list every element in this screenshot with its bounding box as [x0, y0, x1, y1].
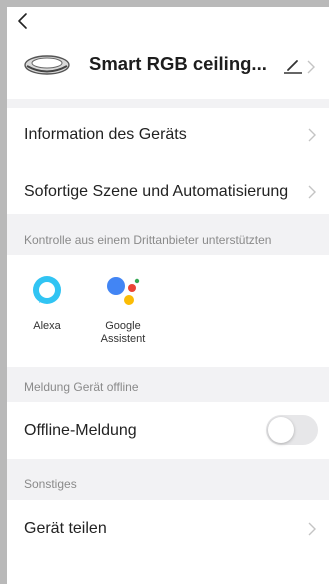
scene-automation-row[interactable]: Sofortige Szene und Automatisierung: [7, 161, 329, 214]
chevron-right-icon: [308, 128, 316, 142]
google-assistant-icon: [107, 277, 140, 305]
device-name[interactable]: Smart RGB ceiling...: [89, 53, 267, 75]
other-section-label: Sonstiges: [24, 477, 77, 491]
alexa-tile[interactable]: Alexa: [25, 275, 69, 333]
device-settings-screen: Smart RGB ceiling... Information des Ger…: [7, 7, 329, 584]
toggle-knob: [268, 417, 294, 443]
device-info-row[interactable]: Information des Geräts: [7, 108, 329, 161]
chevron-left-icon[interactable]: [16, 12, 30, 30]
google-assistant-tile[interactable]: Google Assistent: [95, 275, 151, 346]
pencil-icon[interactable]: [282, 58, 304, 74]
ceiling-lamp-icon: [24, 55, 70, 75]
google-label-line2: Assistent: [100, 333, 146, 345]
third-party-group: Alexa Google Assistent: [7, 255, 329, 367]
alexa-label: Alexa: [33, 320, 61, 332]
offline-section-label: Meldung Gerät offline: [24, 380, 139, 394]
share-device-row[interactable]: Gerät teilen: [7, 500, 329, 560]
offline-toggle[interactable]: [266, 415, 318, 445]
share-device-label: Gerät teilen: [24, 520, 107, 537]
offline-row-label: Offline-Meldung: [24, 422, 137, 439]
chevron-right-icon[interactable]: [306, 60, 316, 74]
header: Smart RGB ceiling...: [7, 7, 329, 99]
menu-group: Information des Geräts Sofortige Szene u…: [7, 108, 329, 214]
chevron-right-icon: [308, 185, 316, 199]
chevron-right-icon: [308, 522, 316, 536]
google-label-line1: Google: [105, 320, 141, 332]
scene-automation-label: Sofortige Szene und Automatisierung: [24, 183, 289, 200]
device-info-label: Information des Geräts: [24, 126, 187, 143]
third-party-section-label: Kontrolle aus einem Drittanbieter unters…: [24, 233, 272, 247]
other-group: Gerät teilen: [7, 500, 329, 584]
alexa-icon: [33, 276, 61, 304]
